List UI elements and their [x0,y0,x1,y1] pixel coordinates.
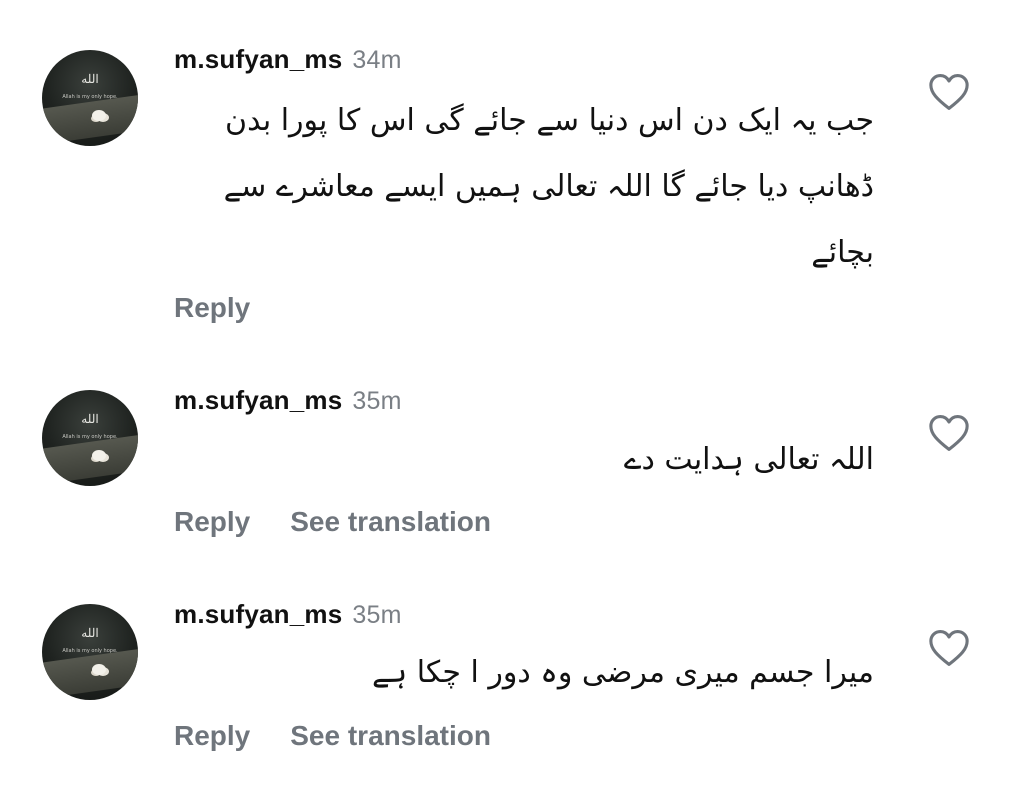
comment-actions: Reply See translation [174,720,531,752]
like-button[interactable] [928,414,970,452]
avatar-flower [92,110,106,121]
avatar[interactable]: الله Allah is my only hope. [42,50,138,146]
comment-text: جب یہ ایک دن اس دنیا سے جائے گی اس کا پو… [223,103,874,270]
comment-username[interactable]: m.sufyan_ms 35m [174,385,402,416]
comment-actions: Reply [174,292,290,324]
reply-button[interactable]: Reply [174,720,250,751]
avatar-ground [42,647,138,700]
see-translation-button[interactable]: See translation [290,506,491,537]
heart-outline-icon [929,74,969,110]
comment-username[interactable]: m.sufyan_ms 35m [174,599,402,630]
comment-timestamp: 34m [352,46,402,74]
avatar-calligraphy: الله [81,412,99,426]
heart-outline-icon [929,415,969,451]
avatar-flower [92,664,106,675]
see-translation-button[interactable]: See translation [290,720,491,751]
comment-actions: Reply See translation [174,506,531,538]
avatar-ground [42,93,138,146]
like-button[interactable] [928,629,970,667]
reply-button[interactable]: Reply [174,506,250,537]
avatar[interactable]: الله Allah is my only hope. [42,604,138,700]
comment-text: میرا جسم میری مرضی وہ دور ا چکا ہے [372,655,874,690]
avatar-flower [92,450,106,461]
username-text[interactable]: m.sufyan_ms [174,44,342,74]
avatar-ground [42,433,138,486]
heart-outline-icon [929,630,969,666]
reply-button[interactable]: Reply [174,292,250,323]
avatar-calligraphy: الله [81,626,99,640]
comment-text: اللہ تعالی ہدایت دے [623,442,874,477]
comment-timestamp: 35m [352,601,402,629]
avatar[interactable]: الله Allah is my only hope. [42,390,138,486]
username-text[interactable]: m.sufyan_ms [174,599,342,629]
username-text[interactable]: m.sufyan_ms [174,385,342,415]
comment-timestamp: 35m [352,387,402,415]
avatar-calligraphy: الله [81,72,99,86]
like-button[interactable] [928,73,970,111]
comment-username[interactable]: m.sufyan_ms 34m [174,44,402,75]
